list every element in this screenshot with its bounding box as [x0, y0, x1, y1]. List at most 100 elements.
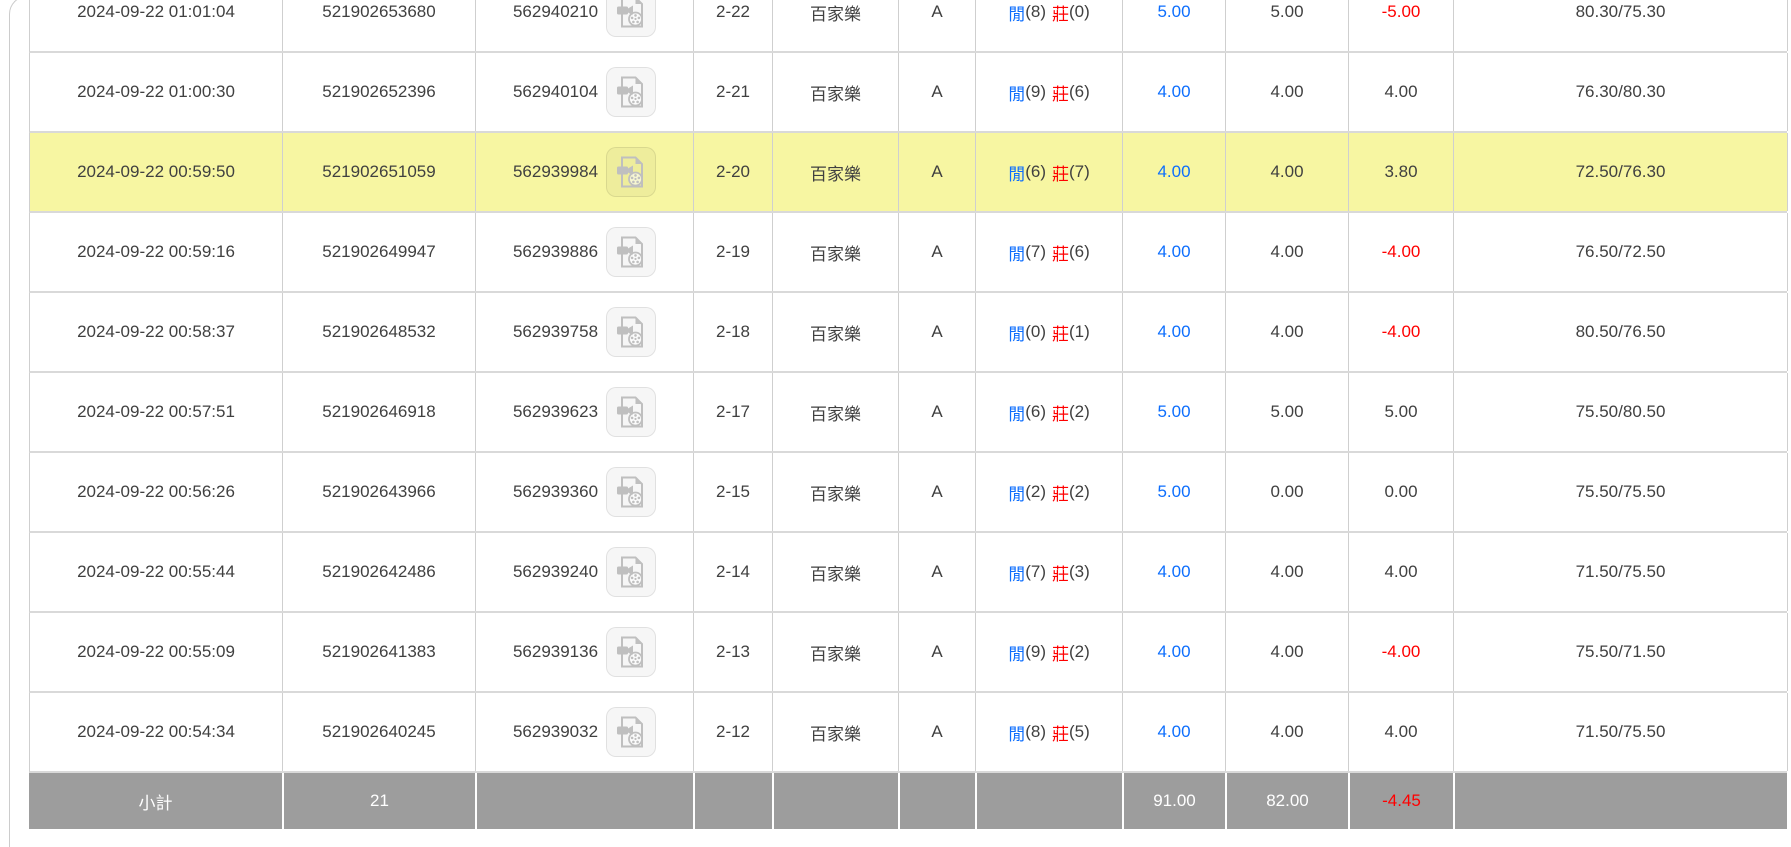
bet-id: 521902643966 — [322, 482, 435, 502]
win-loss-value: 4.00 — [1384, 82, 1417, 102]
table-letter: A — [931, 82, 942, 102]
bet-history-screen: { "colors":{ "highlight":"#f7f6a2", "blu… — [0, 0, 1791, 824]
balance-value: 76.50/72.50 — [1576, 242, 1666, 262]
result-cell: 閒(2) 莊(2) — [976, 453, 1123, 531]
video-replay-button[interactable] — [606, 707, 656, 757]
bet-id: 521902641383 — [322, 642, 435, 662]
video-film-document-icon — [614, 0, 648, 29]
balance-value: 75.50/71.50 — [1576, 642, 1666, 662]
game-name: 百家樂 — [810, 160, 861, 185]
table-letter-cell: A — [899, 133, 976, 211]
win-loss-value: 4.00 — [1384, 722, 1417, 742]
bet-id-cell: 521902640245 — [283, 693, 476, 771]
win-loss-value: 3.80 — [1384, 162, 1417, 182]
banker-score: (0) — [1069, 2, 1090, 22]
win-loss-cell: -4.00 — [1349, 293, 1454, 371]
banker-label: 莊 — [1052, 80, 1069, 105]
round-number: 2-15 — [716, 482, 750, 502]
game-name: 百家樂 — [810, 80, 861, 105]
banker-label: 莊 — [1052, 160, 1069, 185]
game-name-cell: 百家樂 — [773, 373, 899, 451]
video-replay-button[interactable] — [606, 147, 656, 197]
video-replay-button[interactable] — [606, 627, 656, 677]
table-row[interactable]: 2024-09-22 00:54:34 521902640245 5629390… — [29, 693, 1787, 773]
win-loss-cell: 0.00 — [1349, 453, 1454, 531]
table-letter-cell: A — [899, 0, 976, 51]
player-score: (8) — [1025, 722, 1046, 742]
player-label: 閒 — [1008, 240, 1025, 265]
game-name-cell: 百家樂 — [773, 613, 899, 691]
video-replay-button[interactable] — [606, 387, 656, 437]
bet-amount-cell: 4.00 — [1123, 293, 1226, 371]
video-replay-button[interactable] — [606, 227, 656, 277]
balance-value: 71.50/75.50 — [1576, 562, 1666, 582]
balance-value: 75.50/80.50 — [1576, 402, 1666, 422]
bet-id: 521902649947 — [322, 242, 435, 262]
subtotal-row: 小計 21 91.00 82.00 -4.45 — [29, 773, 1787, 829]
video-film-document-icon — [614, 75, 648, 109]
bet-id: 521902652396 — [322, 82, 435, 102]
valid-amount: 4.00 — [1270, 722, 1303, 742]
bet-time: 2024-09-22 01:00:30 — [77, 82, 235, 102]
table-letter: A — [931, 402, 942, 422]
valid-amount-cell: 0.00 — [1226, 453, 1349, 531]
game-id: 562939886 — [513, 242, 598, 262]
bet-amount: 5.00 — [1157, 402, 1190, 422]
banker-score: (2) — [1069, 482, 1090, 502]
balance-cell: 76.50/72.50 — [1454, 213, 1788, 291]
balance-cell: 75.50/75.50 — [1454, 453, 1788, 531]
balance-value: 75.50/75.50 — [1576, 482, 1666, 502]
time-cell: 2024-09-22 00:59:16 — [30, 213, 283, 291]
video-replay-button[interactable] — [606, 307, 656, 357]
game-id-cell: 562939623 — [476, 373, 694, 451]
valid-amount-cell: 4.00 — [1226, 693, 1349, 771]
valid-amount: 4.00 — [1270, 562, 1303, 582]
table-row[interactable]: 2024-09-22 01:01:04 521902653680 5629402… — [29, 0, 1787, 53]
game-id-cell: 562940210 — [476, 0, 694, 51]
game-id: 562939240 — [513, 562, 598, 582]
table-row[interactable]: 2024-09-22 00:59:16 521902649947 5629398… — [29, 213, 1787, 293]
video-replay-button[interactable] — [606, 0, 656, 37]
table-row[interactable]: 2024-09-22 00:59:50 521902651059 5629399… — [29, 133, 1787, 213]
valid-amount-cell: 5.00 — [1226, 0, 1349, 51]
table-row[interactable]: 2024-09-22 01:00:30 521902652396 5629401… — [29, 53, 1787, 133]
win-loss-value: 4.00 — [1384, 562, 1417, 582]
game-name: 百家樂 — [810, 720, 861, 745]
time-cell: 2024-09-22 00:55:09 — [30, 613, 283, 691]
round-number: 2-19 — [716, 242, 750, 262]
banker-label: 莊 — [1052, 400, 1069, 425]
win-loss-cell: -4.00 — [1349, 613, 1454, 691]
result-cell: 閒(6) 莊(2) — [976, 373, 1123, 451]
video-replay-button[interactable] — [606, 467, 656, 517]
bet-id-cell: 521902648532 — [283, 293, 476, 371]
game-id-cell: 562939886 — [476, 213, 694, 291]
game-id: 562940210 — [513, 2, 598, 22]
table-row[interactable]: 2024-09-22 00:55:09 521902641383 5629391… — [29, 613, 1787, 693]
table-row[interactable]: 2024-09-22 00:58:37 521902648532 5629397… — [29, 293, 1787, 373]
player-label: 閒 — [1008, 320, 1025, 345]
valid-amount-cell: 4.00 — [1226, 613, 1349, 691]
bet-amount: 4.00 — [1157, 722, 1190, 742]
banker-score: (6) — [1069, 242, 1090, 262]
video-replay-button[interactable] — [606, 67, 656, 117]
balance-cell: 76.30/80.30 — [1454, 53, 1788, 131]
valid-amount: 4.00 — [1270, 162, 1303, 182]
video-replay-button[interactable] — [606, 547, 656, 597]
round-cell: 2-19 — [694, 213, 773, 291]
table-row[interactable]: 2024-09-22 00:57:51 521902646918 5629396… — [29, 373, 1787, 453]
game-name: 百家樂 — [810, 320, 861, 345]
game-name: 百家樂 — [810, 480, 861, 505]
player-label: 閒 — [1008, 160, 1025, 185]
table-row[interactable]: 2024-09-22 00:55:44 521902642486 5629392… — [29, 533, 1787, 613]
balance-cell: 75.50/71.50 — [1454, 613, 1788, 691]
table-row[interactable]: 2024-09-22 00:56:26 521902643966 5629393… — [29, 453, 1787, 533]
result-cell: 閒(8) 莊(0) — [976, 0, 1123, 51]
round-cell: 2-12 — [694, 693, 773, 771]
valid-amount: 5.00 — [1270, 402, 1303, 422]
balance-cell: 71.50/75.50 — [1454, 693, 1788, 771]
video-film-document-icon — [614, 235, 648, 269]
balance-value: 72.50/76.30 — [1576, 162, 1666, 182]
game-id: 562939360 — [513, 482, 598, 502]
bet-time: 2024-09-22 01:01:04 — [77, 2, 235, 22]
game-id-cell: 562939032 — [476, 693, 694, 771]
